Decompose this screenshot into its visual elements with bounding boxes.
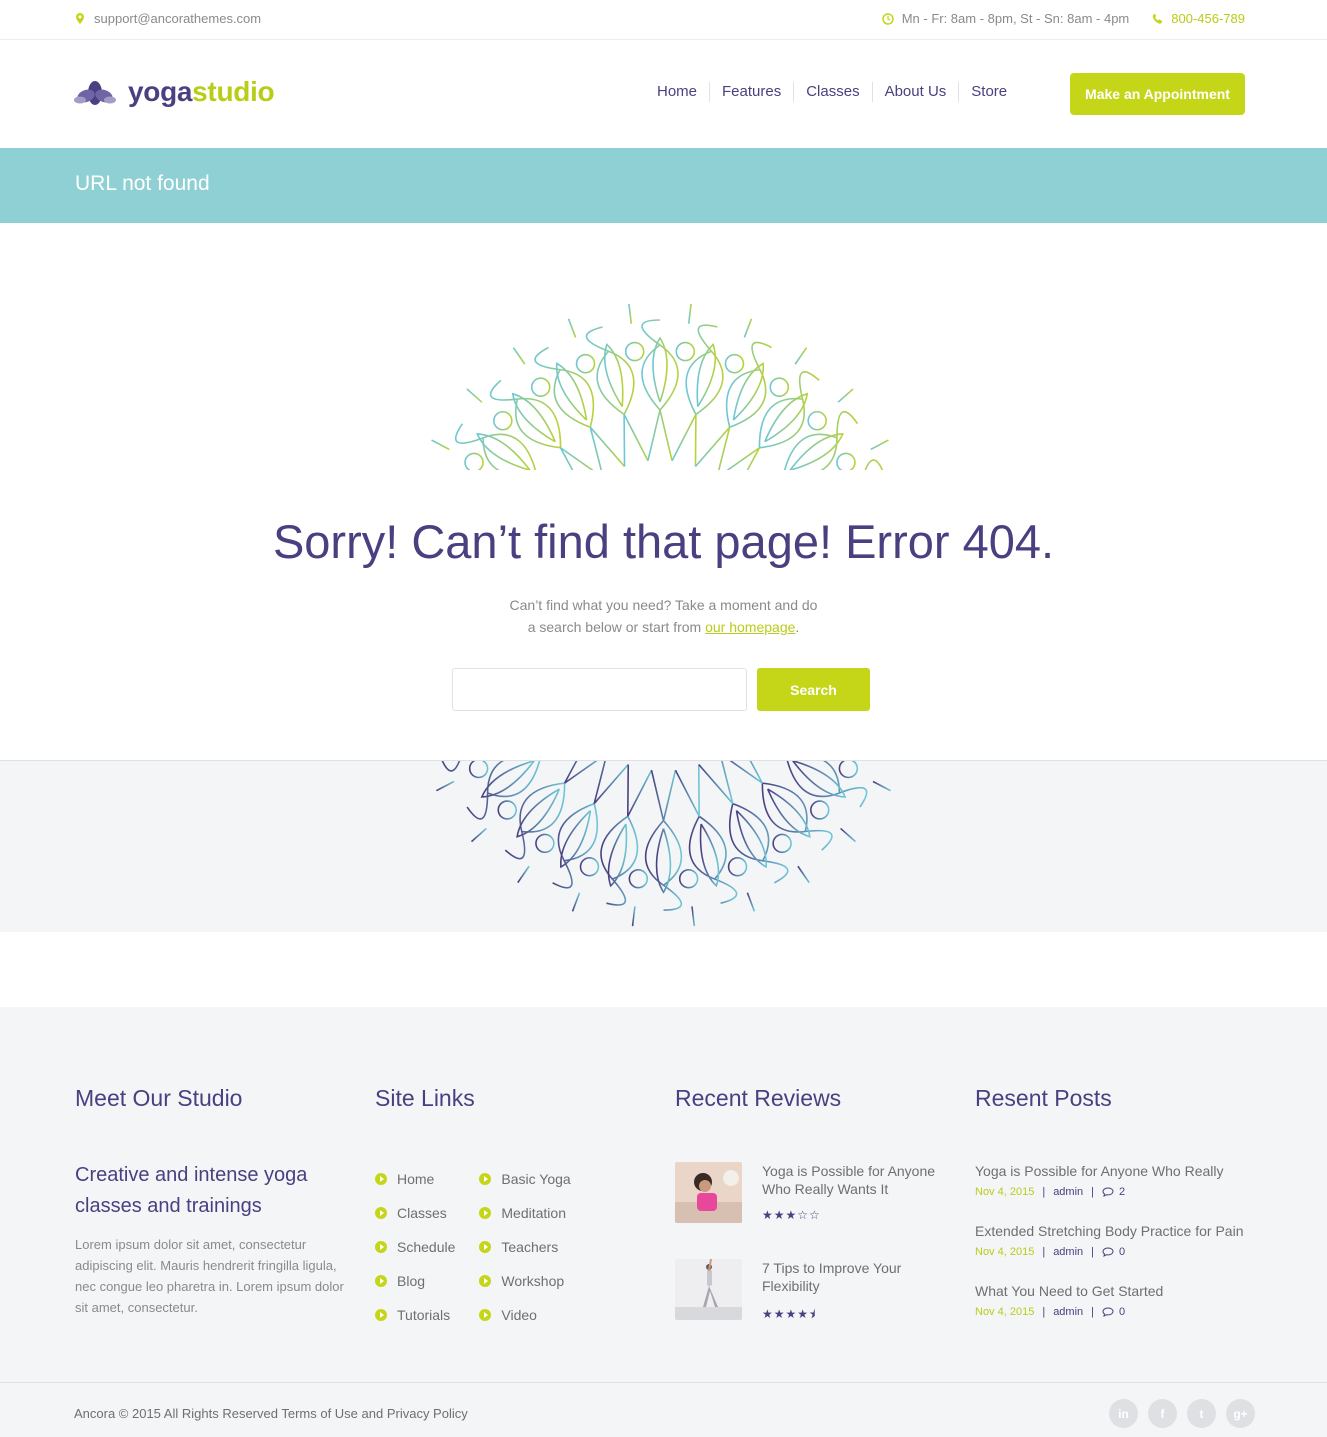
- studio-description: Lorem ipsum dolor sit amet, consectetur …: [75, 1237, 344, 1315]
- rating-stars: ★★★☆☆: [762, 1208, 821, 1222]
- footer-link-workshop[interactable]: Workshop: [479, 1264, 570, 1298]
- recent-reviews-heading: Recent Reviews: [675, 1085, 842, 1111]
- site-links-heading: Site Links: [375, 1085, 475, 1111]
- post-author[interactable]: admin: [1053, 1306, 1083, 1318]
- mandala-bottom-decoration: [0, 760, 1327, 932]
- phone-icon: [1151, 13, 1163, 25]
- comment-icon: [1102, 1187, 1114, 1197]
- nav-store[interactable]: Store: [958, 82, 1019, 102]
- copyright-text: Ancora © 2015 All Rights Reserved Terms …: [74, 1406, 468, 1421]
- top-bar: support@ancorathemes.com Mn - Fr: 8am - …: [0, 0, 1327, 40]
- post-comments[interactable]: 0: [1102, 1306, 1125, 1318]
- review-item[interactable]: Yoga is Possible for Anyone Who Really W…: [675, 1162, 937, 1223]
- location-pin-icon: [74, 13, 86, 25]
- homepage-link[interactable]: our homepage: [705, 619, 795, 635]
- footer-link-classes[interactable]: Classes: [375, 1196, 455, 1230]
- review-thumbnail[interactable]: [675, 1259, 742, 1320]
- bullet-arrow-icon: [375, 1275, 387, 1287]
- bullet-arrow-icon: [375, 1241, 387, 1253]
- bottom-bar: Ancora © 2015 All Rights Reserved Terms …: [0, 1382, 1327, 1437]
- nav-home[interactable]: Home: [645, 82, 709, 102]
- post-date[interactable]: Nov 4, 2015: [975, 1246, 1034, 1258]
- site-footer: Meet Our Studio Creative and intense yog…: [0, 1007, 1327, 1382]
- post-comments[interactable]: 0: [1102, 1246, 1125, 1258]
- post-item: Yoga is Possible for Anyone Who Really N…: [975, 1162, 1243, 1198]
- footer-link-home[interactable]: Home: [375, 1162, 455, 1196]
- tumblr-icon[interactable]: t: [1187, 1399, 1216, 1428]
- footer-link-blog[interactable]: Blog: [375, 1264, 455, 1298]
- recent-posts-heading: Resent Posts: [975, 1085, 1112, 1111]
- footer-link-video[interactable]: Video: [479, 1298, 570, 1332]
- bullet-arrow-icon: [479, 1275, 492, 1287]
- review-title[interactable]: 7 Tips to Improve Your Flexibility: [762, 1259, 937, 1295]
- mandala-top-decoration: [431, 303, 889, 470]
- nav-classes[interactable]: Classes: [793, 82, 871, 102]
- error-heading: Sorry! Can’t find that page! Error 404.: [272, 515, 1055, 568]
- make-appointment-button[interactable]: Make an Appointment: [1070, 73, 1245, 115]
- facebook-icon[interactable]: f: [1148, 1399, 1177, 1428]
- logo-text: yogastudio: [128, 76, 275, 107]
- clock-icon: [881, 12, 894, 25]
- bullet-arrow-icon: [479, 1241, 492, 1253]
- footer-link-schedule[interactable]: Schedule: [375, 1230, 455, 1264]
- email-text[interactable]: support@ancorathemes.com: [94, 11, 261, 26]
- post-item: What You Need to Get Started Nov 4, 2015…: [975, 1282, 1243, 1318]
- post-title[interactable]: Yoga is Possible for Anyone Who Really: [975, 1162, 1243, 1180]
- bullet-arrow-icon: [375, 1173, 387, 1185]
- bullet-arrow-icon: [479, 1309, 492, 1321]
- comment-icon: [1102, 1247, 1114, 1257]
- footer-link-meditation[interactable]: Meditation: [479, 1196, 570, 1230]
- post-date[interactable]: Nov 4, 2015: [975, 1186, 1034, 1198]
- contact-email[interactable]: support@ancorathemes.com: [74, 11, 261, 26]
- opening-hours: Mn - Fr: 8am - 8pm, St - Sn: 8am - 4pm: [901, 11, 1130, 26]
- bullet-arrow-icon: [375, 1309, 387, 1321]
- site-logo[interactable]: yogastudio: [74, 76, 275, 108]
- bullet-arrow-icon: [479, 1207, 492, 1219]
- post-author[interactable]: admin: [1053, 1246, 1083, 1258]
- main-nav: Home Features Classes About Us Store: [645, 82, 1019, 102]
- nav-about-us[interactable]: About Us: [871, 82, 959, 102]
- footer-link-teachers[interactable]: Teachers: [479, 1230, 570, 1264]
- page-title-banner: URL not found: [0, 148, 1327, 223]
- lotus-icon: [74, 81, 116, 105]
- social-links: in f t g+: [1109, 1399, 1255, 1428]
- post-author[interactable]: admin: [1053, 1186, 1083, 1198]
- site-links-list-1: Home Classes Schedule Blog Tutorials: [375, 1162, 455, 1332]
- search-button[interactable]: Search: [757, 668, 870, 711]
- footer-link-tutorials[interactable]: Tutorials: [375, 1298, 455, 1332]
- comment-icon: [1102, 1307, 1114, 1317]
- footer-posts-column: Resent Posts Yoga is Possible for Anyone…: [975, 1085, 1243, 1342]
- nav-features[interactable]: Features: [709, 82, 793, 102]
- post-title[interactable]: Extended Stretching Body Practice for Pa…: [975, 1222, 1243, 1240]
- site-header: yogastudio Home Features Classes About U…: [0, 40, 1327, 148]
- search-input[interactable]: [452, 668, 747, 711]
- footer-studio-column: Meet Our Studio Creative and intense yog…: [75, 1085, 355, 1318]
- review-thumbnail[interactable]: [675, 1162, 742, 1223]
- footer-reviews-column: Recent Reviews Yoga is Possible for Anyo…: [675, 1085, 937, 1362]
- post-date[interactable]: Nov 4, 2015: [975, 1306, 1034, 1318]
- review-item[interactable]: 7 Tips to Improve Your Flexibility ★★★★⯨: [675, 1259, 937, 1326]
- rating-stars: ★★★★⯨: [762, 1307, 817, 1321]
- post-comments[interactable]: 2: [1102, 1186, 1125, 1198]
- post-item: Extended Stretching Body Practice for Pa…: [975, 1222, 1244, 1258]
- phone-number[interactable]: 800-456-789: [1171, 11, 1245, 26]
- linkedin-icon[interactable]: in: [1109, 1399, 1138, 1428]
- studio-heading: Meet Our Studio: [75, 1085, 243, 1111]
- studio-subtitle: Creative and intense yoga classes and tr…: [75, 1164, 308, 1217]
- footer-link-basic-yoga[interactable]: Basic Yoga: [479, 1162, 571, 1196]
- footer-links-column: Site Links Home Classes Schedule Blog Tu…: [375, 1085, 571, 1332]
- review-title[interactable]: Yoga is Possible for Anyone Who Really W…: [762, 1162, 937, 1198]
- post-title[interactable]: What You Need to Get Started: [975, 1282, 1243, 1300]
- page-title: URL not found: [75, 172, 210, 195]
- bullet-arrow-icon: [375, 1207, 387, 1219]
- error-description: Can’t find what you need? Take a moment …: [509, 597, 818, 635]
- site-links-list-2: Basic Yoga Meditation Teachers Workshop …: [479, 1162, 571, 1332]
- google-plus-icon[interactable]: g+: [1226, 1399, 1255, 1428]
- bullet-arrow-icon: [479, 1173, 492, 1185]
